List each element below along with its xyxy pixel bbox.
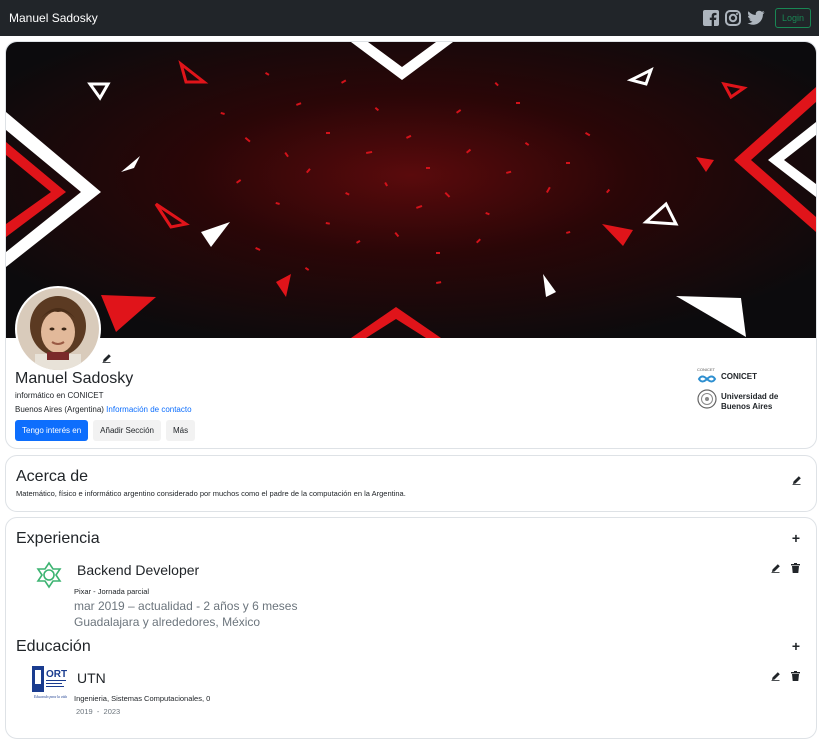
more-button[interactable]: Más xyxy=(165,420,196,441)
edit-education-pencil-icon[interactable] xyxy=(771,668,781,686)
interest-button[interactable]: Tengo interés en xyxy=(15,420,89,441)
education-dates: 2019 - 2023 xyxy=(76,707,121,716)
experience-title: Experiencia xyxy=(16,530,100,547)
twitter-icon[interactable] xyxy=(747,10,765,26)
profile-card: Manuel Sadosky informático en CONICET Bu… xyxy=(5,41,817,449)
navbar-actions: Login xyxy=(702,8,811,28)
top-navbar: Manuel Sadosky Login xyxy=(0,0,819,36)
edit-about-pencil-icon[interactable] xyxy=(792,472,802,490)
job-dates: mar 2019 – actualidad - 2 años y 6 meses xyxy=(74,599,298,613)
instagram-icon[interactable] xyxy=(724,10,741,26)
profile-location-line: Buenos Aires (Argentina) Información de … xyxy=(15,405,192,414)
education-title: Educación xyxy=(16,638,91,655)
profile-location: Buenos Aires (Argentina) xyxy=(15,405,104,414)
about-text: Matemático, físico e informático argenti… xyxy=(16,489,406,498)
delete-education-trash-icon[interactable] xyxy=(791,668,800,686)
profile-name: Manuel Sadosky xyxy=(15,370,134,387)
profile-organizations: CONICET CONICET Universidad de Buenos Ai… xyxy=(697,367,778,418)
conicet-logo-icon: CONICET xyxy=(697,367,717,385)
svg-text:Educando para la vida: Educando para la vida xyxy=(33,695,67,699)
job-title: Backend Developer xyxy=(77,562,200,578)
about-card: Acerca de Matemático, físico e informáti… xyxy=(5,455,817,512)
add-experience-plus-icon[interactable]: + xyxy=(792,530,800,546)
profile-avatar[interactable] xyxy=(15,286,101,372)
delete-experience-trash-icon[interactable] xyxy=(791,560,800,578)
school-logo-icon: ORT Educando para la vida xyxy=(32,666,68,700)
school-name: UTN xyxy=(77,670,106,686)
edit-experience-pencil-icon[interactable] xyxy=(771,560,781,578)
profile-actions: Tengo interés en Añadir Sección Más xyxy=(15,420,196,441)
about-title: Acerca de xyxy=(16,468,89,485)
edit-avatar-pencil-icon[interactable] xyxy=(102,350,112,368)
contact-info-link[interactable]: Información de contacto xyxy=(106,405,191,414)
org-uba[interactable]: Universidad de Buenos Aires xyxy=(697,389,778,414)
svg-text:ORT: ORT xyxy=(46,669,67,680)
degree: Ingenieria, Sistemas Computacionales, 0 xyxy=(74,694,211,703)
facebook-icon[interactable] xyxy=(702,10,719,26)
org-name: Universidad de Buenos Aires xyxy=(721,391,779,411)
education-item-actions xyxy=(771,668,800,686)
experience-item-actions xyxy=(771,560,800,578)
org-conicet[interactable]: CONICET CONICET xyxy=(697,367,778,385)
login-button[interactable]: Login xyxy=(774,8,811,28)
company-logo-icon xyxy=(34,560,64,595)
navbar-brand[interactable]: Manuel Sadosky xyxy=(9,11,98,25)
add-education-plus-icon[interactable]: + xyxy=(792,638,800,654)
experience-card: Experiencia + Backend Developer Pixar - … xyxy=(5,517,817,739)
org-name: CONICET xyxy=(721,372,757,381)
uba-logo-icon xyxy=(697,389,717,414)
job-company: Pixar - Jornada parcial xyxy=(74,587,150,596)
profile-headline: informático en CONICET xyxy=(15,391,104,400)
job-location: Guadalajara y alrededores, México xyxy=(74,615,261,629)
profile-banner-image xyxy=(6,42,816,338)
add-section-button[interactable]: Añadir Sección xyxy=(93,420,161,441)
